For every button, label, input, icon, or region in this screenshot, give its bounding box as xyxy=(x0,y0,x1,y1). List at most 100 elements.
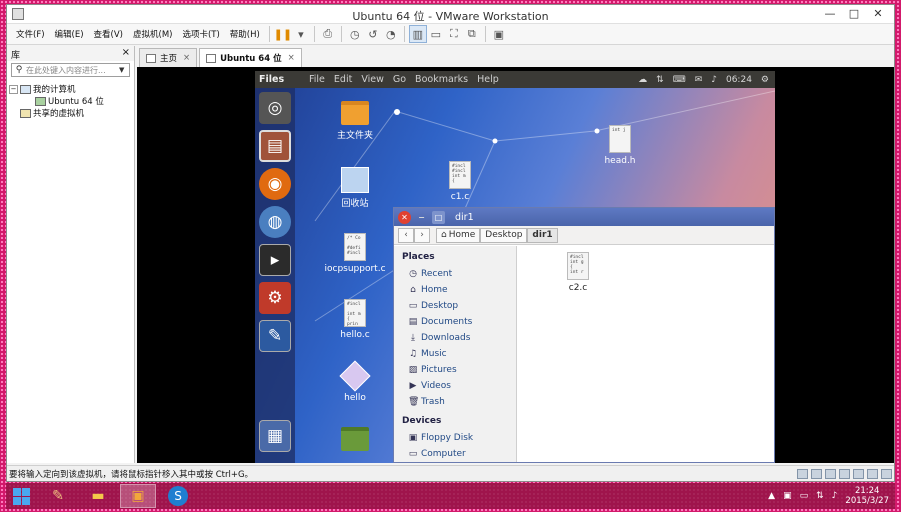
snapshot-manager-icon[interactable]: ◔ xyxy=(382,25,400,43)
sidebar-item-floppy[interactable]: ▣ Floppy Disk xyxy=(402,430,516,446)
panel-clock[interactable]: 06:24 xyxy=(726,75,752,85)
collapse-icon[interactable]: − xyxy=(9,84,18,94)
desktop-icon-hello-c[interactable]: #incl int m { prin hello.c xyxy=(320,299,390,340)
menu-tabs[interactable]: 选项卡(T) xyxy=(177,28,224,40)
hard-disk-icon[interactable] xyxy=(797,469,808,479)
sidebar-item-recent[interactable]: ◷ Recent xyxy=(402,266,516,282)
usb-icon[interactable] xyxy=(839,469,850,479)
tab-close-button[interactable]: × xyxy=(183,53,190,63)
tree-item-shared-vms[interactable]: 共享的虚拟机 xyxy=(9,107,132,119)
minimize-icon[interactable]: − xyxy=(415,211,428,224)
sidebar-item-trash[interactable]: 🗑 Trash xyxy=(402,394,516,410)
breadcrumb-home[interactable]: ⌂ Home xyxy=(436,227,481,243)
sidebar-item-home[interactable]: ⌂ Home xyxy=(402,282,516,298)
battery-icon[interactable]: ▭ xyxy=(800,491,809,501)
sidebar-item-pictures[interactable]: ▨ Pictures xyxy=(402,362,516,378)
taskbar-app-tools[interactable]: ✎ xyxy=(40,484,76,508)
message-icon[interactable] xyxy=(881,469,892,479)
desktop-icon-head-h[interactable]: int j head.h xyxy=(585,125,655,166)
sidebar-item-videos[interactable]: ▶ Videos xyxy=(402,378,516,394)
desktop-icon-folder[interactable] xyxy=(320,427,390,454)
sidebar-item-documents[interactable]: ▤ Documents xyxy=(402,314,516,330)
revert-snapshot-icon[interactable]: ↺ xyxy=(364,25,382,43)
volume-icon[interactable]: ♪ xyxy=(711,75,717,85)
keyboard-icon[interactable]: ⌨ xyxy=(673,75,686,85)
maximize-icon[interactable]: □ xyxy=(432,210,445,224)
mail-icon[interactable]: ✉ xyxy=(695,75,703,85)
guest-menu-bookmarks[interactable]: Bookmarks xyxy=(415,74,468,85)
back-button[interactable]: ‹ xyxy=(398,227,414,243)
desktop-icon-iocpsupport[interactable]: /* Co #defi #incl iocpsupport.c xyxy=(320,233,390,274)
taskbar-app-vmware[interactable]: ▣ xyxy=(120,484,156,508)
display-icon[interactable] xyxy=(867,469,878,479)
send-keys-icon[interactable]: ⎙ xyxy=(319,25,337,43)
fullscreen-icon[interactable]: ⛶ xyxy=(445,25,463,43)
start-button[interactable] xyxy=(6,484,36,508)
menu-edit[interactable]: 编辑(E) xyxy=(50,28,89,40)
cd-drive-icon[interactable] xyxy=(811,469,822,479)
text-editor-icon[interactable]: ✎ xyxy=(259,320,291,352)
tab-close-button[interactable]: × xyxy=(288,53,295,63)
guest-menu-go[interactable]: Go xyxy=(393,74,406,85)
volume-icon[interactable]: ♪ xyxy=(832,491,838,501)
tree-item-my-computer[interactable]: − 我的计算机 xyxy=(9,83,132,95)
guest-menu-view[interactable]: View xyxy=(361,74,384,85)
close-button[interactable]: ✕ xyxy=(866,6,890,22)
close-icon[interactable]: ✕ xyxy=(398,210,411,224)
tree-item-ubuntu[interactable]: Ubuntu 64 位 xyxy=(9,95,132,107)
forward-button[interactable]: › xyxy=(414,227,430,243)
menu-help[interactable]: 帮助(H) xyxy=(225,28,265,40)
guest-menu-help[interactable]: Help xyxy=(477,74,499,85)
taskbar-clock[interactable]: 21:24 2015/3/27 xyxy=(845,486,889,506)
console-view-icon[interactable]: ▣ xyxy=(490,25,508,43)
workspace-switcher-icon[interactable]: ▦ xyxy=(259,420,291,452)
dropdown-icon[interactable]: ▾ xyxy=(292,25,310,43)
cloud-icon[interactable]: ☁ xyxy=(638,75,647,85)
desktop-icon-home-folder[interactable]: 主文件夹 xyxy=(320,101,390,141)
library-close-button[interactable]: × xyxy=(122,47,130,58)
breadcrumb-dir1[interactable]: dir1 xyxy=(527,227,558,243)
network-icon[interactable]: ⇅ xyxy=(816,491,824,501)
terminal-icon[interactable]: ▸ xyxy=(259,244,291,276)
chromium-icon[interactable]: ◍ xyxy=(259,206,291,238)
file-view[interactable]: #incl int g { int r c2.c xyxy=(518,246,774,462)
sidebar-item-desktop[interactable]: ▭ Desktop xyxy=(402,298,516,314)
sidebar-item-downloads[interactable]: ⤓ Downloads xyxy=(402,330,516,346)
ubuntu-guest-screen[interactable]: Files File Edit View Go Bookmarks Help ☁… xyxy=(255,71,775,463)
file-item-c2[interactable]: #incl int g { int r c2.c xyxy=(543,252,613,293)
thumbnail-icon[interactable]: ▭ xyxy=(427,25,445,43)
vm-console[interactable]: Files File Edit View Go Bookmarks Help ☁… xyxy=(137,67,894,463)
library-search-input[interactable]: ⚲ 在此处键入内容进行... ▼ xyxy=(11,63,130,77)
snapshot-icon[interactable]: ◷ xyxy=(346,25,364,43)
network-icon[interactable]: ⇅ xyxy=(656,75,664,85)
desktop-icon-c1[interactable]: #incl #incl int m { c1.c xyxy=(425,161,495,202)
pause-icon[interactable]: ❚❚ xyxy=(274,25,292,43)
network-adapter-icon[interactable] xyxy=(825,469,836,479)
guest-menu-file[interactable]: File xyxy=(309,74,325,85)
firefox-icon[interactable]: ◉ xyxy=(259,168,291,200)
menu-view[interactable]: 查看(V) xyxy=(89,28,128,40)
tray-arrow-icon[interactable]: ▲ xyxy=(768,491,775,501)
maximize-button[interactable]: □ xyxy=(842,6,866,22)
unity-icon[interactable]: ⧉ xyxy=(463,25,481,43)
show-library-icon[interactable]: ▥ xyxy=(408,25,427,43)
minimize-button[interactable]: — xyxy=(818,6,842,22)
sidebar-item-music[interactable]: ♫ Music xyxy=(402,346,516,362)
breadcrumb-desktop[interactable]: Desktop xyxy=(480,227,528,243)
desktop-icon-trash[interactable]: 回收站 xyxy=(320,167,390,209)
tab-ubuntu[interactable]: Ubuntu 64 位 × xyxy=(199,48,302,67)
dash-home-icon[interactable]: ◎ xyxy=(259,92,291,124)
sidebar-item-computer[interactable]: ▭ Computer xyxy=(402,446,516,462)
settings-icon[interactable]: ⚙ xyxy=(259,282,291,314)
taskbar-app-explorer[interactable]: ▬ xyxy=(80,484,116,508)
files-icon[interactable]: ▤ xyxy=(259,130,291,162)
sound-icon[interactable] xyxy=(853,469,864,479)
menu-vm[interactable]: 虚拟机(M) xyxy=(128,28,177,40)
taskbar-app-skype[interactable]: S xyxy=(160,484,196,508)
chevron-down-icon[interactable]: ▼ xyxy=(119,66,129,74)
menu-file[interactable]: 文件(F) xyxy=(11,28,50,40)
tray-app-icon[interactable]: ▣ xyxy=(783,491,792,501)
desktop-icon-hello[interactable]: hello xyxy=(320,360,390,403)
tab-home[interactable]: 主页 × xyxy=(139,48,198,67)
guest-menu-edit[interactable]: Edit xyxy=(334,74,352,85)
